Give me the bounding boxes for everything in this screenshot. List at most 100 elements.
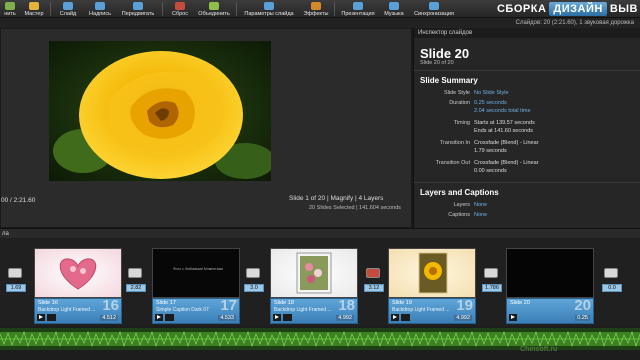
slide-name: Slide 20: [510, 300, 530, 306]
preview-time-readout: 00 / 2:21.60: [1, 197, 36, 204]
timing-start-value: Starts at 139.57 seconds: [474, 120, 535, 126]
inspector-slide-subtitle: Slide 20 of 20: [420, 60, 454, 66]
transition-duration[interactable]: 3.0: [244, 284, 264, 292]
transition-duration[interactable]: 1.786: [482, 284, 502, 292]
heart-photo-image: [59, 258, 97, 290]
slide-info-text: Slide 1 of 20 | Magnify | 4 Layers: [289, 195, 384, 202]
slide-summary-heading: Slide Summary: [420, 76, 478, 85]
slide-19-thumbnail[interactable]: [388, 248, 476, 298]
slide-style-name: Backdrop Light Framed ...: [274, 307, 332, 313]
slide-19-card[interactable]: Slide 19 Backdrop Light Framed ... 19 4.…: [388, 297, 476, 324]
toolbar-presentation-button[interactable]: Презентация: [340, 0, 376, 18]
inspector-header: Инспектор слайдов: [414, 28, 640, 38]
selection-info-text: 20 Slides Selected | 141.604 seconds: [309, 205, 401, 211]
toolbar-separator: [334, 2, 335, 16]
slide-duration[interactable]: 4.992: [336, 315, 354, 321]
toolbar-slide-options-button[interactable]: Параметры слайда: [240, 0, 298, 18]
toolbar-caption-button[interactable]: Надпись: [86, 0, 114, 18]
transition-icon[interactable]: [604, 268, 618, 278]
toolbar-effects-button[interactable]: Эффекты: [302, 0, 330, 18]
slide-17-card[interactable]: Slide 17 Simple Caption Dark 07 17 4.533: [152, 297, 240, 324]
audio-track[interactable]: [0, 326, 640, 360]
status-line: Слайдов: 20 (2:21.60), 1 звуковая дорожк…: [0, 18, 640, 28]
slide-number: 18: [338, 297, 355, 314]
transition-duration[interactable]: 2.82: [126, 284, 146, 292]
slide-duration[interactable]: 4.512: [100, 315, 118, 321]
transition-out-duration: 0.00 seconds: [474, 168, 507, 174]
transition-duration[interactable]: 0.0: [602, 284, 622, 292]
slide-duration[interactable]: 4.992: [454, 315, 472, 321]
play-icon[interactable]: [37, 314, 45, 321]
slide-20-thumbnail[interactable]: [506, 248, 594, 298]
toolbar-wizard-button[interactable]: Мастер: [22, 0, 46, 18]
toolbar-slide-button[interactable]: Слайд: [56, 0, 80, 18]
toolbar-cut-button[interactable]: нить: [2, 0, 18, 18]
toolbar-sync-button[interactable]: Синхронизация: [410, 0, 458, 18]
transition-icon[interactable]: [484, 268, 498, 278]
audio-waveform: [0, 328, 640, 350]
captions-value[interactable]: None: [474, 212, 487, 218]
transition-icon[interactable]: [366, 268, 380, 278]
toolbar-music-button[interactable]: Музыка: [382, 0, 406, 18]
transition-icon[interactable]: [8, 268, 22, 278]
mode-output-tab[interactable]: ВЫВ: [610, 3, 638, 15]
transition-duration[interactable]: 1.69: [6, 284, 26, 292]
layers-icon: [283, 314, 292, 321]
watermark-text: Сhinsoft.ru: [520, 346, 558, 353]
slide-18-card[interactable]: Slide 18 Backdrop Light Framed ... 18 4.…: [270, 297, 358, 324]
presentation-icon: [353, 2, 363, 10]
flower-bouquet-image: [296, 252, 332, 294]
duration-value[interactable]: 0.25 seconds: [474, 100, 507, 106]
transition-out-label: Transition Out: [435, 160, 470, 166]
slide-duration[interactable]: 0.25: [575, 315, 590, 321]
slide-16-card[interactable]: Slide 16 Backdrop Light Framed ... 16 4.…: [34, 297, 122, 324]
slide-17-thumbnail[interactable]: Фото с Любимыми Моментами: [152, 248, 240, 298]
slide-20-card[interactable]: Slide 20 20 0.25: [506, 297, 594, 324]
transition-in-label: Transition In: [439, 140, 470, 146]
toolbar-reset-button[interactable]: Сброс: [168, 0, 192, 18]
layers-captions-heading: Layers and Captions: [420, 188, 499, 197]
slide-style-value[interactable]: No Slide Style: [474, 90, 509, 96]
slide-18-thumbnail[interactable]: [270, 248, 358, 298]
toolbar-merge-button[interactable]: Объединить: [196, 0, 232, 18]
layers-icon: [165, 314, 174, 321]
timing-end-value: Ends at 141.60 seconds: [474, 128, 534, 134]
play-icon[interactable]: [391, 314, 399, 321]
toolbar-separator: [50, 2, 51, 16]
slide-name: Slide 17: [156, 300, 176, 306]
play-icon[interactable]: [273, 314, 281, 321]
effects-icon: [311, 2, 321, 10]
play-icon[interactable]: [155, 314, 163, 321]
transition-icon[interactable]: [128, 268, 142, 278]
wizard-icon: [29, 2, 39, 10]
main-toolbar: нить Мастер Слайд Надпись Передвигать Сб…: [0, 0, 640, 18]
merge-icon: [209, 2, 219, 10]
slide-style-name: Backdrop Light Framed ...: [392, 307, 450, 313]
layers-icon: [401, 314, 410, 321]
yellow-rose-thumb-image: [418, 252, 448, 294]
project-status-text: Слайдов: 20 (2:21.60), 1 звуковая дорожк…: [515, 20, 634, 26]
slide-style-label: Slide Style: [444, 90, 470, 96]
mode-switcher: СБОРКА ДИЗАЙН ВЫВ: [497, 0, 640, 18]
play-icon[interactable]: [509, 314, 517, 321]
transition-in-duration: 1.79 seconds: [474, 148, 507, 154]
mode-build-tab[interactable]: СБОРКА: [497, 3, 546, 15]
toolbar-move-button[interactable]: Передвигать: [120, 0, 156, 18]
transition-in-value: Crossfade (Blend) - Linear: [474, 140, 539, 146]
layers-value[interactable]: None: [474, 202, 487, 208]
slide-number: 19: [456, 297, 473, 314]
transition-icon[interactable]: [246, 268, 260, 278]
slide-duration[interactable]: 4.533: [218, 315, 236, 321]
duration-total-value: 2.04 seconds total time: [474, 108, 531, 114]
app-window: нить Мастер Слайд Надпись Передвигать Сб…: [0, 0, 640, 360]
mode-design-tab[interactable]: ДИЗАЙН: [549, 2, 607, 16]
slide-16-thumbnail[interactable]: [34, 248, 122, 298]
reset-icon: [175, 2, 185, 10]
transition-duration[interactable]: 3.12: [364, 284, 384, 292]
music-icon: [389, 2, 399, 10]
slide-preview-image[interactable]: [49, 41, 275, 181]
toolbar-separator: [162, 2, 163, 16]
slide-inspector-panel: Инспектор слайдов Slide 20 Slide 20 of 2…: [413, 28, 640, 228]
inspector-slide-title: Slide 20: [420, 46, 470, 61]
duration-label: Duration: [449, 100, 470, 106]
